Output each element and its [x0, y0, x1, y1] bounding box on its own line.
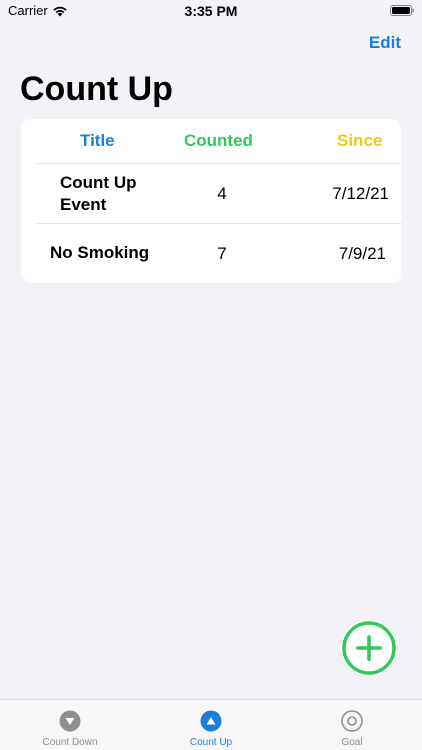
header-since: Since — [337, 131, 383, 150]
tab-label: Goal — [341, 737, 363, 748]
tab-bar: Count Down Count Up Goal — [0, 699, 422, 750]
header-title: Title — [80, 131, 115, 150]
row-counted: 7 — [217, 244, 227, 263]
table-row[interactable]: No Smoking 7 7/9/21 — [21, 224, 401, 283]
tab-count-down[interactable]: Count Down — [0, 700, 140, 750]
row-title: Count Up Event — [60, 172, 136, 216]
row-since: 7/9/21 — [338, 244, 386, 263]
tab-count-up[interactable]: Count Up — [141, 700, 281, 750]
tab-label: Count Up — [189, 737, 233, 748]
triangle-up-circle-icon — [200, 710, 222, 732]
add-button[interactable] — [341, 620, 397, 676]
page-title: Count Up — [20, 70, 173, 108]
status-time: 3:35 PM — [184, 3, 238, 19]
chevron-down-circle-icon — [59, 710, 81, 732]
row-title-line: Event — [60, 195, 107, 214]
header-counted: Counted — [184, 131, 253, 150]
table-header: Title Counted Since — [21, 119, 401, 163]
battery-icon — [390, 5, 414, 16]
row-counted: 4 — [217, 184, 227, 203]
count-up-table: Title Counted Since Count Up Event 4 7/1… — [21, 119, 401, 283]
row-title: No Smoking — [50, 243, 150, 262]
tab-goal[interactable]: Goal — [282, 700, 422, 750]
tab-label: Count Down — [42, 737, 98, 748]
plus-circle-icon — [342, 621, 396, 675]
app-screen: Carrier 3:35 PM Edit Count Up Title Coun… — [0, 0, 422, 750]
target-circle-icon — [341, 710, 363, 732]
status-bar: Carrier 3:35 PM — [0, 0, 422, 24]
row-title-line: Count Up — [60, 173, 137, 192]
row-since: 7/12/21 — [332, 184, 389, 203]
table-row[interactable]: Count Up Event 4 7/12/21 — [21, 164, 401, 223]
edit-button[interactable]: Edit — [369, 33, 401, 53]
